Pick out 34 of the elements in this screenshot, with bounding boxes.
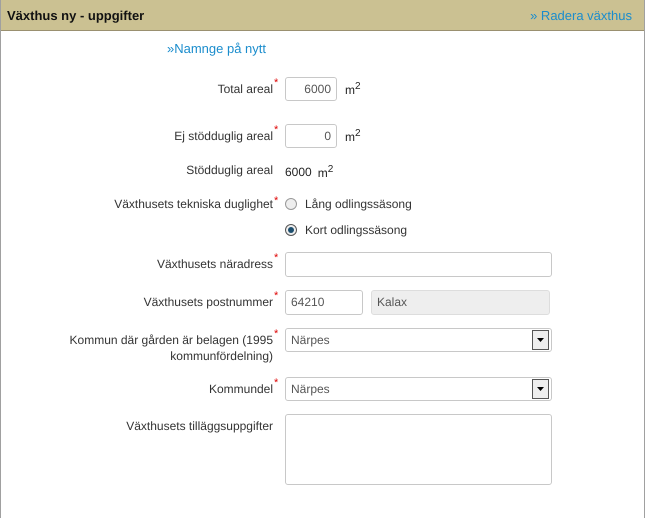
- number-field[interactable]: 6000: [285, 77, 337, 101]
- field-label: Växthusets tekniska duglighet: [114, 197, 273, 211]
- field-label: Växthusets tilläggsuppgifter: [126, 419, 273, 433]
- required-mark: *: [274, 252, 278, 264]
- postal-code-field[interactable]: 64210: [285, 290, 363, 315]
- required-mark: *: [274, 195, 278, 207]
- option-label[interactable]: Kort odlingssäsong: [305, 223, 408, 237]
- unit-label: m$^{2}$: [318, 163, 334, 182]
- rename-link[interactable]: »Namnge på nytt: [167, 41, 266, 56]
- field-label: Kommundel: [208, 382, 273, 396]
- radio-button[interactable]: [285, 198, 297, 210]
- field-label: Ej stödduglig areal: [174, 129, 273, 143]
- field-label: Växthusets postnummer: [144, 295, 273, 309]
- required-mark: *: [274, 290, 278, 302]
- required-mark: *: [274, 377, 278, 389]
- radio-button[interactable]: [285, 224, 297, 236]
- area-value: 6000: [285, 164, 312, 180]
- field-label: Växthusets näradress: [156, 257, 273, 271]
- required-mark: *: [274, 77, 278, 89]
- unit-label: m$^{2}$: [345, 81, 361, 97]
- dropdown[interactable]: Närpes: [285, 377, 552, 401]
- panel-title: Växthus ny - uppgifter: [7, 8, 144, 22]
- number-field[interactable]: 0: [285, 124, 337, 148]
- unit-label: m$^{2}$: [345, 128, 361, 144]
- field-label: Total areal: [218, 82, 273, 96]
- required-mark: *: [274, 328, 278, 340]
- field-label: Kommun där gården är belagen (1995 kommunfördelning): [70, 333, 273, 363]
- required-mark: *: [274, 124, 278, 136]
- option-label[interactable]: Lång odlingssäsong: [305, 197, 412, 211]
- city-field: Kalax: [371, 290, 550, 315]
- dropdown[interactable]: Närpes: [285, 328, 552, 352]
- text-area[interactable]: [285, 414, 552, 485]
- address-field[interactable]: [285, 252, 552, 277]
- field-label: Stödduglig areal: [186, 163, 273, 177]
